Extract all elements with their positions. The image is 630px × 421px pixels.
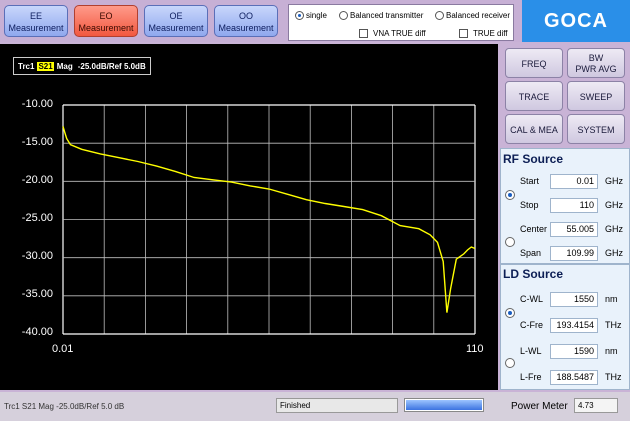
x-tick-label-start: 0.01	[52, 343, 74, 355]
ld-lfre-label: L-Fre	[520, 372, 542, 382]
y-tick-label: -10.00	[21, 98, 53, 110]
balanced-transmitter-radio[interactable]: Balanced transmitter	[339, 11, 423, 20]
ld-source-title: LD Source	[503, 267, 564, 281]
checkbox-icon	[359, 29, 368, 38]
eo-sublabel: Measurement	[78, 23, 134, 33]
y-tick-label: -20.00	[21, 174, 53, 186]
ee-label: EE	[29, 11, 42, 21]
oe-label: OE	[169, 11, 183, 21]
oo-sublabel: Measurement	[218, 23, 274, 33]
rf-start-field[interactable]: 0.01	[550, 174, 598, 189]
progress-fill	[406, 400, 482, 410]
rf-stop-label: Stop	[520, 200, 539, 210]
ld-cfre-label: C-Fre	[520, 320, 543, 330]
rf-start-label: Start	[520, 176, 540, 186]
y-tick-label: -25.00	[21, 212, 53, 224]
s21-chart	[62, 104, 476, 335]
radio-unselected-icon	[339, 11, 348, 20]
ld-lwl-unit: nm	[605, 346, 618, 356]
ld-lwl-label: L-WL	[520, 346, 542, 356]
sweep-progress-bar	[404, 398, 484, 412]
ld-local-radio[interactable]	[505, 358, 515, 368]
status-trace-info: Trc1 S21 Mag -25.0dB/Ref 5.0 dB	[4, 402, 125, 411]
mode-selector: single Balanced transmitter Balanced rec…	[288, 4, 514, 41]
ld-lfre-unit: THz	[605, 372, 622, 382]
cal-mea-button[interactable]: CAL & MEA	[505, 114, 563, 144]
checkbox-icon	[459, 29, 468, 38]
rf-center-field[interactable]: 55.005	[550, 222, 598, 237]
single-radio[interactable]: single	[295, 11, 327, 20]
ld-cwl-field[interactable]: 1550	[550, 292, 598, 307]
eo-measurement-button[interactable]: EO Measurement	[74, 5, 138, 37]
rf-start-stop-radio[interactable]	[505, 190, 515, 200]
vna-true-diff-label: VNA TRUE diff	[373, 29, 426, 38]
ee-sublabel: Measurement	[8, 23, 64, 33]
system-button[interactable]: SYSTEM	[567, 114, 625, 144]
oo-measurement-button[interactable]: OO Measurement	[214, 5, 278, 37]
ld-lfre-field[interactable]: 188.5487	[550, 370, 598, 385]
balanced-transmitter-label: Balanced transmitter	[350, 11, 424, 20]
pwr-avg-label: PWR AVG	[575, 64, 617, 74]
rf-stop-unit: GHz	[605, 200, 623, 210]
status-state-field: Finished	[276, 398, 398, 413]
ld-center-radio[interactable]	[505, 308, 515, 318]
single-label: single	[306, 11, 327, 20]
ld-cfre-field[interactable]: 193.4154	[550, 318, 598, 333]
rf-source-title: RF Source	[503, 152, 564, 166]
rf-span-field[interactable]: 109.99	[550, 246, 598, 261]
ld-lwl-field[interactable]: 1590	[550, 344, 598, 359]
power-meter-label: Power Meter	[511, 401, 568, 412]
freq-button[interactable]: FREQ	[505, 48, 563, 78]
true-diff-checkbox[interactable]: TRUE diff	[459, 29, 508, 38]
bw-label: BW	[588, 53, 604, 63]
x-tick-label-end: 110	[466, 343, 484, 355]
trace-button[interactable]: TRACE	[505, 81, 563, 111]
power-meter-value: 4.73	[574, 398, 618, 413]
y-tick-label: -15.00	[21, 136, 53, 148]
true-diff-label: TRUE diff	[473, 29, 508, 38]
chart-grid	[62, 104, 476, 335]
ld-cfre-unit: THz	[605, 320, 622, 330]
y-tick-label: -30.00	[21, 250, 53, 262]
oe-sublabel: Measurement	[148, 23, 204, 33]
rf-stop-field[interactable]: 110	[550, 198, 598, 213]
ee-measurement-button[interactable]: EE Measurement	[4, 5, 68, 37]
radio-selected-icon	[295, 11, 304, 20]
y-tick-label: -35.00	[21, 288, 53, 300]
sweep-button[interactable]: SWEEP	[567, 81, 625, 111]
brand-logo: GOCA	[522, 0, 630, 42]
radio-unselected-icon	[435, 11, 444, 20]
oe-measurement-button[interactable]: OE Measurement	[144, 5, 208, 37]
rf-center-label: Center	[520, 224, 548, 234]
rf-span-label: Span	[520, 248, 542, 258]
ld-cwl-unit: nm	[605, 294, 618, 304]
ld-cwl-label: C-WL	[520, 294, 543, 304]
top-toolbar: EE Measurement EO Measurement OE Measure…	[0, 0, 630, 42]
balanced-receiver-label: Balanced receiver	[446, 11, 511, 20]
rf-span-unit: GHz	[605, 248, 623, 258]
vna-true-diff-checkbox[interactable]: VNA TRUE diff	[359, 29, 426, 38]
rf-start-unit: GHz	[605, 176, 623, 186]
balanced-receiver-radio[interactable]: Balanced receiver	[435, 11, 510, 20]
rf-center-unit: GHz	[605, 224, 623, 234]
y-tick-label: -40.00	[21, 326, 53, 338]
bw-pwr-avg-button[interactable]: BW PWR AVG	[567, 48, 625, 78]
eo-label: EO	[99, 11, 113, 21]
oo-label: OO	[238, 11, 253, 21]
rf-center-span-radio[interactable]	[505, 237, 515, 247]
